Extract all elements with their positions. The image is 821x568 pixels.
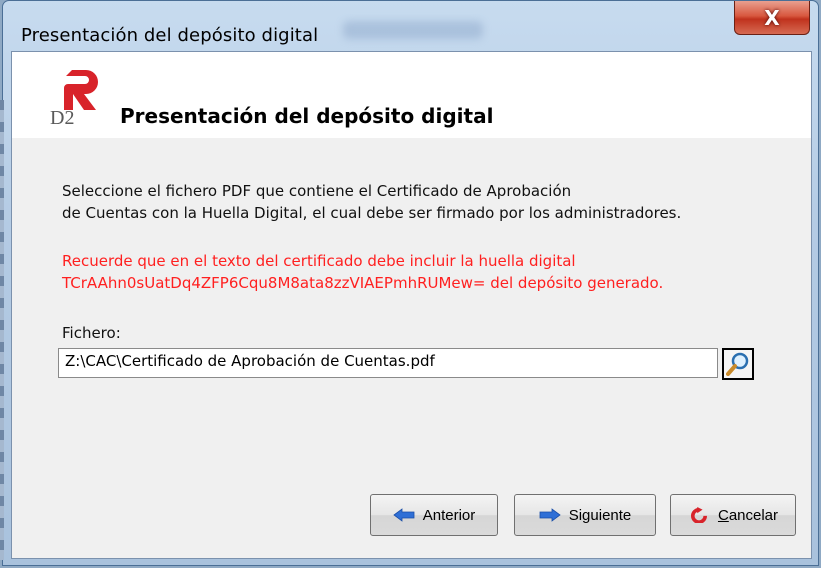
cancel-label: Cancelar	[717, 506, 779, 524]
logo-text: D2	[50, 107, 74, 128]
title-shadow	[343, 21, 483, 39]
magnifier-icon	[726, 352, 749, 376]
arrow-right-icon	[539, 508, 561, 522]
r-logo-icon: D2	[50, 70, 98, 128]
window-title: Presentación del depósito digital	[21, 25, 319, 46]
dialog-window: Presentación del depósito digital X D2 P…	[2, 0, 819, 566]
file-label: Fichero:	[62, 324, 121, 342]
next-button[interactable]: Siguiente	[514, 494, 656, 536]
title-bar[interactable]: Presentación del depósito digital X	[3, 1, 818, 46]
dialog-header: D2 Presentación del depósito digital	[12, 52, 811, 138]
background-edge	[0, 100, 4, 560]
file-path-field[interactable]: Z:\CAC\Certificado de Aprobación de Cuen…	[58, 348, 718, 378]
previous-label: Anterior	[422, 506, 476, 524]
dialog-content: D2 Presentación del depósito digital Sel…	[11, 51, 812, 559]
previous-button[interactable]: Anterior	[370, 494, 498, 536]
next-label: Siguiente	[568, 506, 632, 524]
instruction-line-1: Seleccione el fichero PDF que contiene e…	[62, 182, 572, 200]
close-button[interactable]: X	[734, 1, 810, 35]
warning-line-2: TCrAAhn0sUatDq4ZFP6Cqu8M8ata8zzVIAEPmhRU…	[62, 274, 664, 292]
close-icon: X	[764, 5, 780, 30]
arrow-left-icon	[393, 508, 415, 522]
browse-button[interactable]	[722, 348, 754, 380]
instruction-line-2: de Cuentas con la Huella Digital, el cua…	[62, 204, 682, 222]
warning-line-1: Recuerde que en el texto del certificado…	[62, 252, 576, 270]
cancel-icon	[690, 507, 707, 523]
cancel-button[interactable]: Cancelar	[670, 494, 796, 536]
header-title: Presentación del depósito digital	[120, 104, 494, 128]
